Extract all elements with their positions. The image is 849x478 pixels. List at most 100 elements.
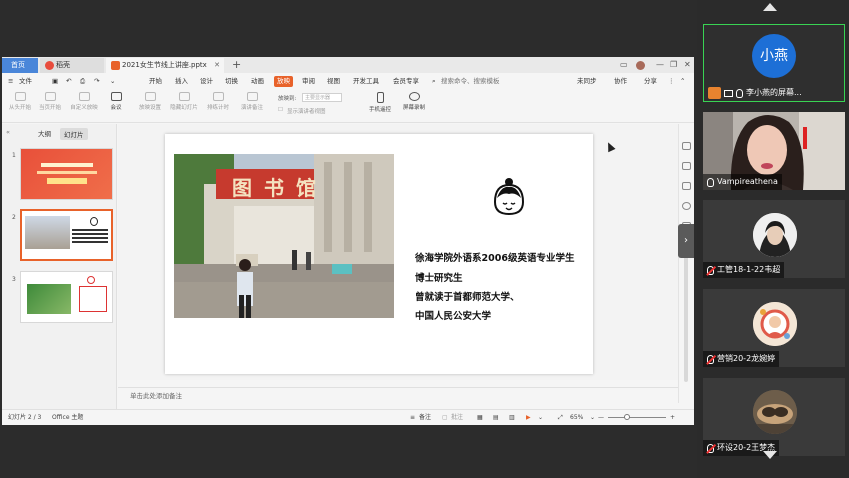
slide-number: 1 xyxy=(12,152,16,159)
command-search[interactable]: 搜索命令、搜索模板 xyxy=(441,73,500,89)
slide-thumbnail-3[interactable] xyxy=(20,271,113,323)
participant-tile-3[interactable]: 工管18-1-22韦超 xyxy=(703,200,845,278)
hide-slide-icon xyxy=(178,92,190,101)
presenter-view-label: 显示演讲者视图 xyxy=(287,109,326,115)
zoom-out-icon[interactable]: — xyxy=(598,410,604,425)
custom-show-label: 自定义放映 xyxy=(70,105,98,111)
play-dropdown-icon[interactable]: ⌄ xyxy=(538,410,543,425)
phone-remote-button[interactable]: 手机遥控 xyxy=(366,92,394,113)
screen-record-button[interactable]: 屏幕录制 xyxy=(400,92,428,111)
participant-tile-5[interactable]: 环设20-2王梦杰 xyxy=(703,378,845,456)
participant-tile-2[interactable]: Vampireathena xyxy=(703,112,845,190)
theme-name: Office 主题 xyxy=(52,414,84,421)
wps-window: 首页 稻壳 2021女生节线上讲座.pptx ✕ + ▭ — ❐ ✕ ≡ 文件 … xyxy=(2,57,694,425)
hide-slide-button[interactable]: 隐藏幻灯片 xyxy=(170,92,198,111)
redo-icon[interactable]: ↷ xyxy=(94,73,99,89)
menu-animation[interactable]: 动画 xyxy=(251,73,264,89)
ppt-file-icon xyxy=(111,61,120,70)
presenter-view-checkbox[interactable]: ☐ xyxy=(278,107,283,113)
participant-tile-4[interactable]: 营销20-2龙婉婷 xyxy=(703,289,845,367)
window-layout-icon[interactable]: ▭ xyxy=(620,57,628,73)
maximize-icon[interactable]: ❐ xyxy=(670,57,677,73)
play-current-button[interactable]: 当页开始 xyxy=(36,92,64,111)
menu-more-icon[interactable]: ⋮ xyxy=(668,73,675,89)
not-synced-status[interactable]: 未同步 xyxy=(577,73,597,89)
slide-thumbnail-2[interactable] xyxy=(20,209,113,261)
collapse-pane-icon[interactable]: « xyxy=(6,128,10,136)
undo-icon[interactable]: ↶ xyxy=(66,73,71,89)
minimize-icon[interactable]: — xyxy=(656,57,664,73)
menu-slideshow[interactable]: 放映 xyxy=(274,76,293,87)
play-from-start-button[interactable]: 从头开始 xyxy=(6,92,34,111)
avatar-cartoon xyxy=(753,302,797,346)
comments-toggle[interactable]: 批注 xyxy=(451,410,463,425)
current-slide[interactable]: 图书馆 徐海学院外语系2006级英语专业学生 博士研究生 曾就读于首都师范大学、… xyxy=(165,134,593,374)
thumb-2-photo xyxy=(25,216,70,249)
rehearse-timing-button[interactable]: 排练计时 xyxy=(204,92,232,111)
participant-tile-1[interactable]: 小燕 李小燕的屏幕... xyxy=(703,24,845,102)
menu-start[interactable]: 开始 xyxy=(149,73,162,89)
vertical-scrollbar[interactable] xyxy=(684,242,688,382)
reading-view-icon[interactable]: ▥ xyxy=(509,410,515,425)
meeting-icon xyxy=(110,92,122,101)
custom-show-button[interactable]: 自定义放映 xyxy=(70,92,98,111)
print-icon[interactable]: ⎙ xyxy=(80,73,85,89)
panel-toggle-button[interactable]: › xyxy=(678,224,694,258)
participant-name-strip: 工管18-1-22韦超 xyxy=(703,262,785,278)
tab-docer[interactable]: 稻壳 xyxy=(40,58,104,73)
save-icon[interactable]: ▣ xyxy=(52,73,58,89)
close-window-icon[interactable]: ✕ xyxy=(684,57,691,73)
right-toolbar xyxy=(678,124,694,403)
collaborate-button[interactable]: 协作 xyxy=(614,73,627,89)
menu-design[interactable]: 设计 xyxy=(200,73,213,89)
hamburger-icon[interactable]: ≡ xyxy=(8,73,13,89)
play-slideshow-icon[interactable]: ▶ xyxy=(526,410,531,425)
show-on-select[interactable]: 主要显示器 xyxy=(302,93,342,102)
notes-field[interactable]: 单击此处添加备注 xyxy=(118,387,678,404)
slide-text-line: 中国人民公安大学 xyxy=(415,311,492,322)
initials-avatar: 小燕 xyxy=(752,34,796,78)
zoom-dropdown-icon[interactable]: ⌄ xyxy=(590,410,595,425)
zoom-slider[interactable] xyxy=(608,417,666,418)
participant-name: 工管18-1-22韦超 xyxy=(717,265,781,274)
tab-document[interactable]: 2021女生节线上讲座.pptx ✕ xyxy=(106,58,224,73)
help-icon[interactable] xyxy=(682,202,691,210)
menu-view[interactable]: 视图 xyxy=(327,73,340,89)
menu-members[interactable]: 会员专享 xyxy=(393,73,419,89)
style-icon[interactable] xyxy=(682,162,691,170)
scroll-up-icon[interactable] xyxy=(763,3,777,11)
more-icon[interactable]: ⌄ xyxy=(110,73,115,89)
close-tab-icon[interactable]: ✕ xyxy=(214,58,220,73)
menu-transition[interactable]: 切换 xyxy=(225,73,238,89)
tab-home[interactable]: 首页 xyxy=(2,58,38,73)
fit-window-icon[interactable]: ⤢ xyxy=(558,410,563,425)
tab-outline[interactable]: 大纲 xyxy=(38,128,51,138)
sorter-view-icon[interactable]: ▤ xyxy=(493,410,499,425)
microphone-muted-icon xyxy=(707,443,714,453)
thumb-1-bg xyxy=(21,149,112,199)
properties-icon[interactable] xyxy=(682,142,691,150)
speaker-notes-button[interactable]: 演讲备注 xyxy=(238,92,266,111)
menu-review[interactable]: 审阅 xyxy=(302,73,315,89)
file-menu[interactable]: 文件 xyxy=(19,73,32,89)
menu-insert[interactable]: 插入 xyxy=(175,73,188,89)
collapse-ribbon-icon[interactable]: ⌃ xyxy=(680,73,685,89)
comments-icon: ▢ xyxy=(442,414,448,421)
zoom-slider-thumb[interactable] xyxy=(624,414,630,420)
share-button[interactable]: 分享 xyxy=(644,73,657,89)
user-avatar[interactable] xyxy=(636,61,645,70)
new-tab-button[interactable]: + xyxy=(232,57,241,72)
shape-icon[interactable] xyxy=(682,182,691,190)
scroll-down-icon[interactable] xyxy=(763,451,777,459)
zoom-level[interactable]: 65% xyxy=(570,410,583,425)
menu-developer[interactable]: 开发工具 xyxy=(353,73,379,89)
zoom-in-icon[interactable]: + xyxy=(670,410,675,425)
slide-number: 3 xyxy=(12,276,16,283)
show-settings-button[interactable]: 放映设置 xyxy=(136,92,164,111)
microphone-muted-icon xyxy=(707,265,714,275)
slide-thumbnail-1[interactable] xyxy=(20,148,113,200)
notes-toggle[interactable]: 备注 xyxy=(419,410,431,425)
tab-slides[interactable]: 幻灯片 xyxy=(60,128,88,140)
normal-view-icon[interactable]: ▦ xyxy=(477,410,483,425)
meeting-button[interactable]: 会议 xyxy=(102,92,130,111)
